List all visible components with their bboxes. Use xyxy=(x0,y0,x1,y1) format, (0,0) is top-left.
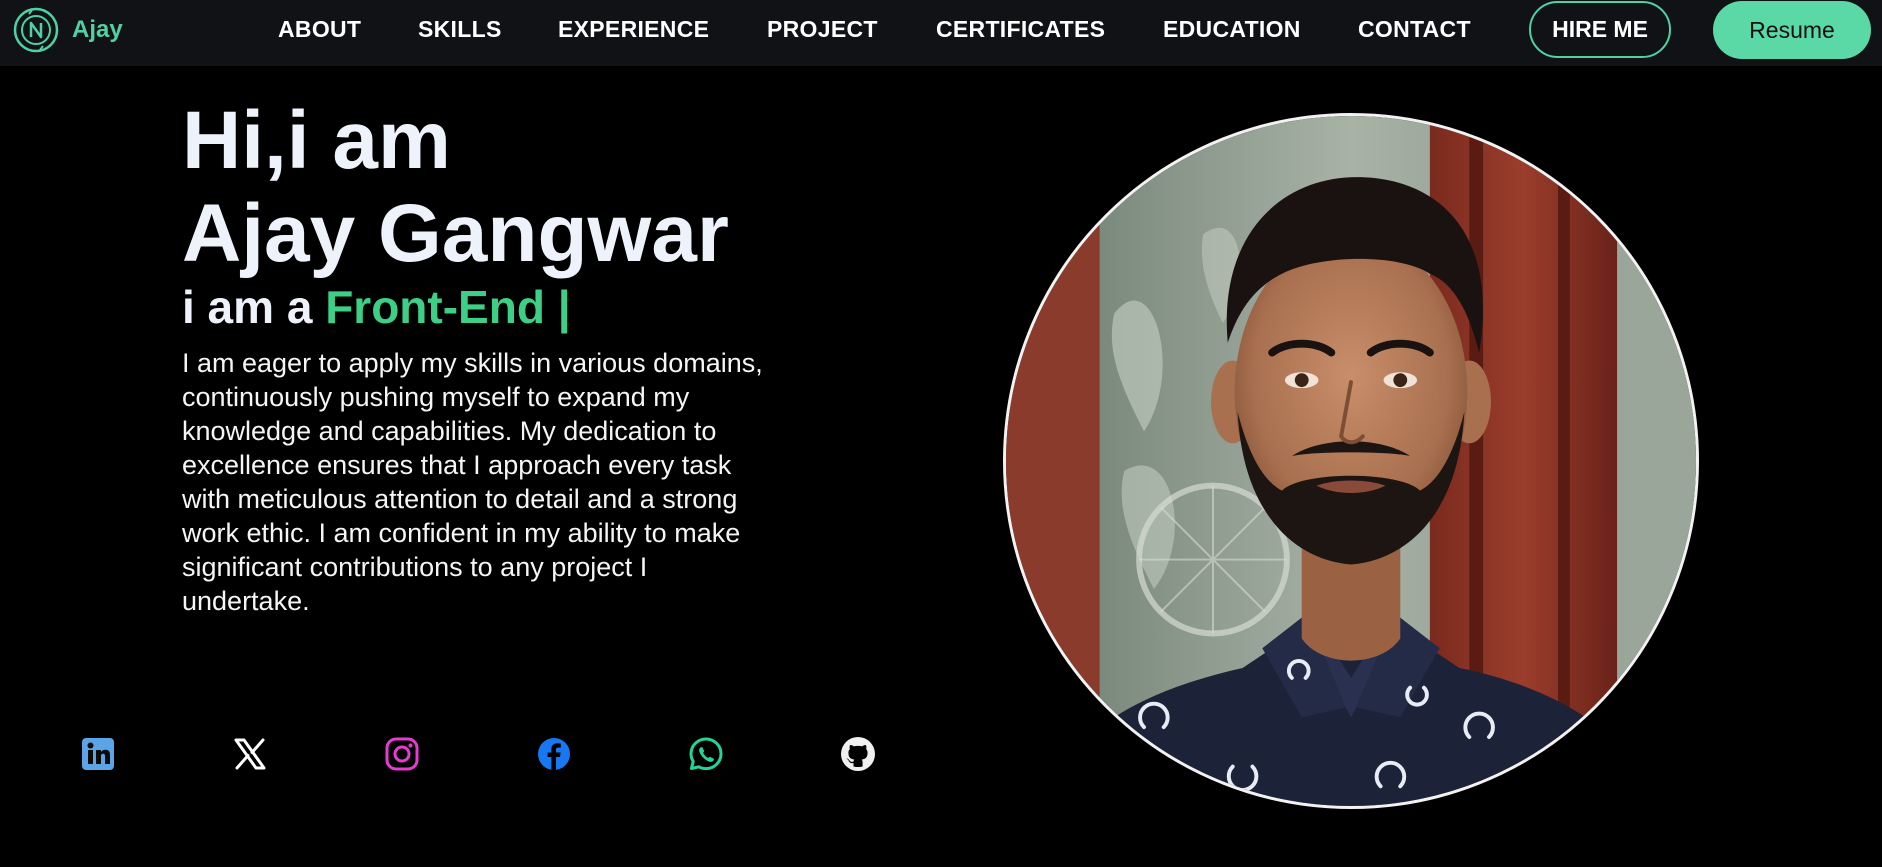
resume-button[interactable]: Resume xyxy=(1713,1,1871,59)
profile-photo xyxy=(1003,113,1699,809)
hero-bio: I am eager to apply my skills in various… xyxy=(182,348,763,616)
github-icon xyxy=(841,737,875,771)
profile-photo-illustration xyxy=(1006,116,1696,806)
instagram-link[interactable] xyxy=(382,734,422,774)
nav-link-education[interactable]: EDUCATION xyxy=(1163,16,1301,43)
hero-name: Ajay Gangwar xyxy=(182,188,729,279)
hero-role: i am a Front-End | xyxy=(182,282,571,333)
linkedin-link[interactable] xyxy=(78,734,118,774)
nav-link-experience[interactable]: EXPERIENCE xyxy=(558,16,709,43)
x-twitter-link[interactable] xyxy=(230,734,270,774)
nav-link-certificates[interactable]: CERTIFICATES xyxy=(936,16,1105,43)
nav-link-about[interactable]: ABOUT xyxy=(278,16,361,43)
navbar: Ajay ABOUT SKILLS EXPERIENCE PROJECT CER… xyxy=(0,0,1882,66)
nav-link-contact[interactable]: CONTACT xyxy=(1358,16,1471,43)
whatsapp-icon xyxy=(689,737,723,771)
hero-greeting: Hi,i am xyxy=(182,95,451,186)
linkedin-icon xyxy=(82,738,114,770)
role-typewriter: Front-End | xyxy=(325,281,571,333)
x-twitter-icon xyxy=(234,738,266,770)
nav-link-skills[interactable]: SKILLS xyxy=(418,16,502,43)
facebook-link[interactable] xyxy=(534,734,574,774)
role-prefix: i am a xyxy=(182,281,313,333)
hire-me-button[interactable]: HIRE ME xyxy=(1529,1,1671,58)
nav-link-project[interactable]: PROJECT xyxy=(767,16,878,43)
github-link[interactable] xyxy=(838,734,878,774)
facebook-icon xyxy=(538,738,570,770)
instagram-icon xyxy=(385,737,419,771)
whatsapp-link[interactable] xyxy=(686,734,726,774)
